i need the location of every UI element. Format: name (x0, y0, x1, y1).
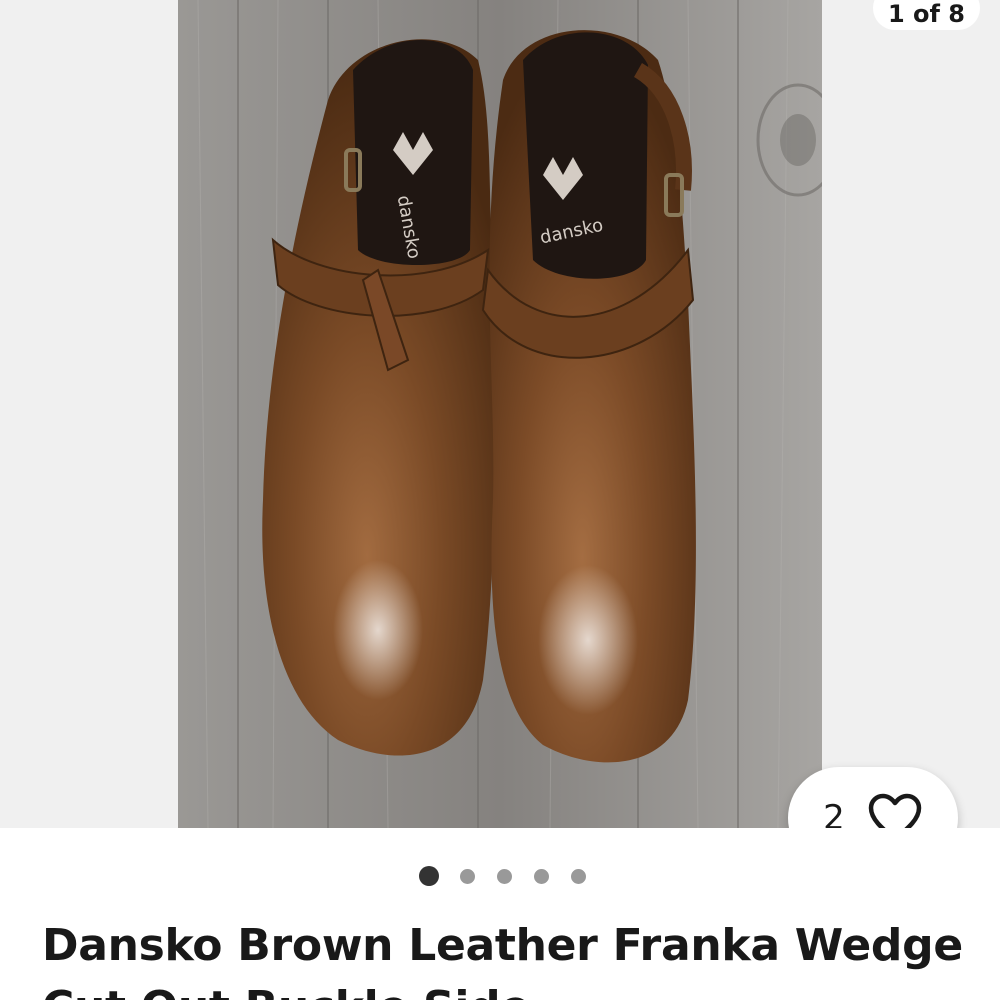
listing-title: Dansko Brown Leather Franka Wedge Cut Ou… (42, 920, 963, 1000)
gallery-pagination (0, 864, 1000, 888)
watch-count: 2 (823, 798, 845, 828)
watch-button[interactable]: 2 (788, 767, 958, 828)
image-gallery[interactable]: dansko dansko 1 of 8 2 (0, 0, 1000, 828)
heart-outline-icon (868, 793, 922, 828)
pagination-dot-2[interactable] (460, 868, 475, 884)
pagination-dot-3[interactable] (497, 868, 512, 884)
image-counter: 1 of 8 (873, 0, 980, 30)
pagination-dot-1[interactable] (419, 866, 439, 886)
pagination-dot-4[interactable] (534, 868, 549, 884)
product-photo[interactable]: dansko dansko (178, 0, 822, 828)
pagination-dot-5[interactable] (571, 868, 586, 884)
product-photo-illustration: dansko dansko (178, 0, 822, 828)
